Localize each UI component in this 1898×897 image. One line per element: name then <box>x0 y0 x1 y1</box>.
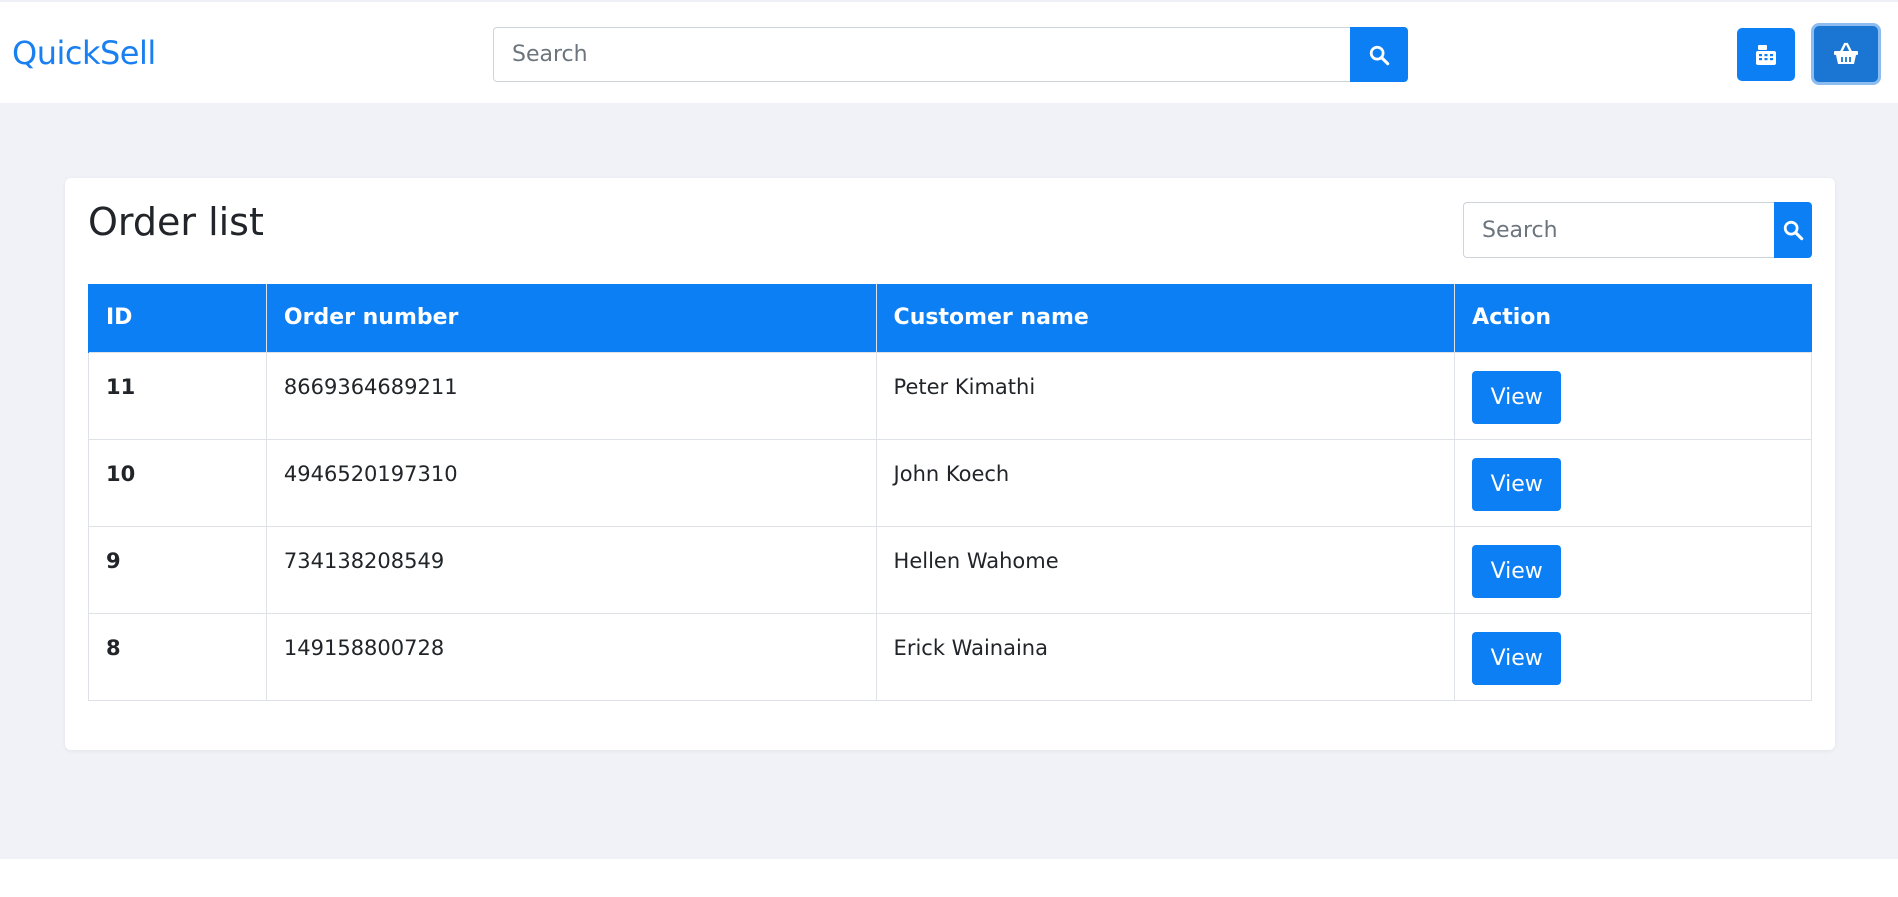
brand-logo[interactable]: QuickSell <box>12 34 156 72</box>
header-search-form <box>493 27 1408 82</box>
cash-register-icon <box>1756 44 1776 65</box>
order-number: 734138208549 <box>265 525 877 614</box>
view-order-button[interactable]: View <box>1472 544 1562 598</box>
orders-table: ID Order number Customer name Action 11 … <box>88 284 1812 701</box>
cash-register-button[interactable] <box>1737 28 1795 81</box>
table-header-row: ID Order number Customer name Action <box>88 284 1812 352</box>
customer-name: Hellen Wahome <box>875 525 1456 614</box>
customer-name: Erick Wainaina <box>875 612 1456 701</box>
customer-name: John Koech <box>875 438 1456 527</box>
action-cell: View <box>1454 438 1812 527</box>
basket-button[interactable] <box>1814 26 1878 82</box>
action-cell: View <box>1454 612 1812 701</box>
view-order-button[interactable]: View <box>1472 457 1562 511</box>
table-row: 10 4946520197310 John Koech View <box>88 438 1812 527</box>
order-id: 11 <box>88 351 267 440</box>
column-header-id: ID <box>88 284 267 352</box>
order-list-card: Order list ID Order number Customer name… <box>65 178 1835 750</box>
view-order-button[interactable]: View <box>1472 370 1562 424</box>
customer-name: Peter Kimathi <box>875 351 1456 440</box>
order-number: 8669364689211 <box>265 351 877 440</box>
order-number: 4946520197310 <box>265 438 877 527</box>
table-row: 9 734138208549 Hellen Wahome View <box>88 525 1812 614</box>
column-header-action: Action <box>1454 284 1812 352</box>
action-cell: View <box>1454 525 1812 614</box>
shopping-basket-icon <box>1834 42 1858 64</box>
header-search-button[interactable] <box>1350 27 1408 82</box>
page-title: Order list <box>88 200 264 244</box>
main-content: Order list ID Order number Customer name… <box>0 103 1898 859</box>
order-id: 10 <box>88 438 267 527</box>
view-order-button[interactable]: View <box>1472 631 1562 685</box>
order-id: 8 <box>88 612 267 701</box>
top-navbar: QuickSell <box>0 0 1898 103</box>
column-header-customer-name: Customer name <box>875 284 1455 352</box>
order-id: 9 <box>88 525 267 614</box>
orders-search-button[interactable] <box>1774 202 1812 258</box>
table-row: 11 8669364689211 Peter Kimathi View <box>88 351 1812 440</box>
column-header-order-number: Order number <box>265 284 877 352</box>
header-search-input[interactable] <box>493 27 1350 82</box>
search-icon <box>1369 45 1390 65</box>
orders-search-input[interactable] <box>1463 202 1774 258</box>
action-cell: View <box>1454 351 1812 440</box>
search-icon <box>1783 220 1804 241</box>
orders-search-form <box>1463 202 1812 258</box>
table-row: 8 149158800728 Erick Wainaina View <box>88 612 1812 701</box>
order-number: 149158800728 <box>265 612 877 701</box>
